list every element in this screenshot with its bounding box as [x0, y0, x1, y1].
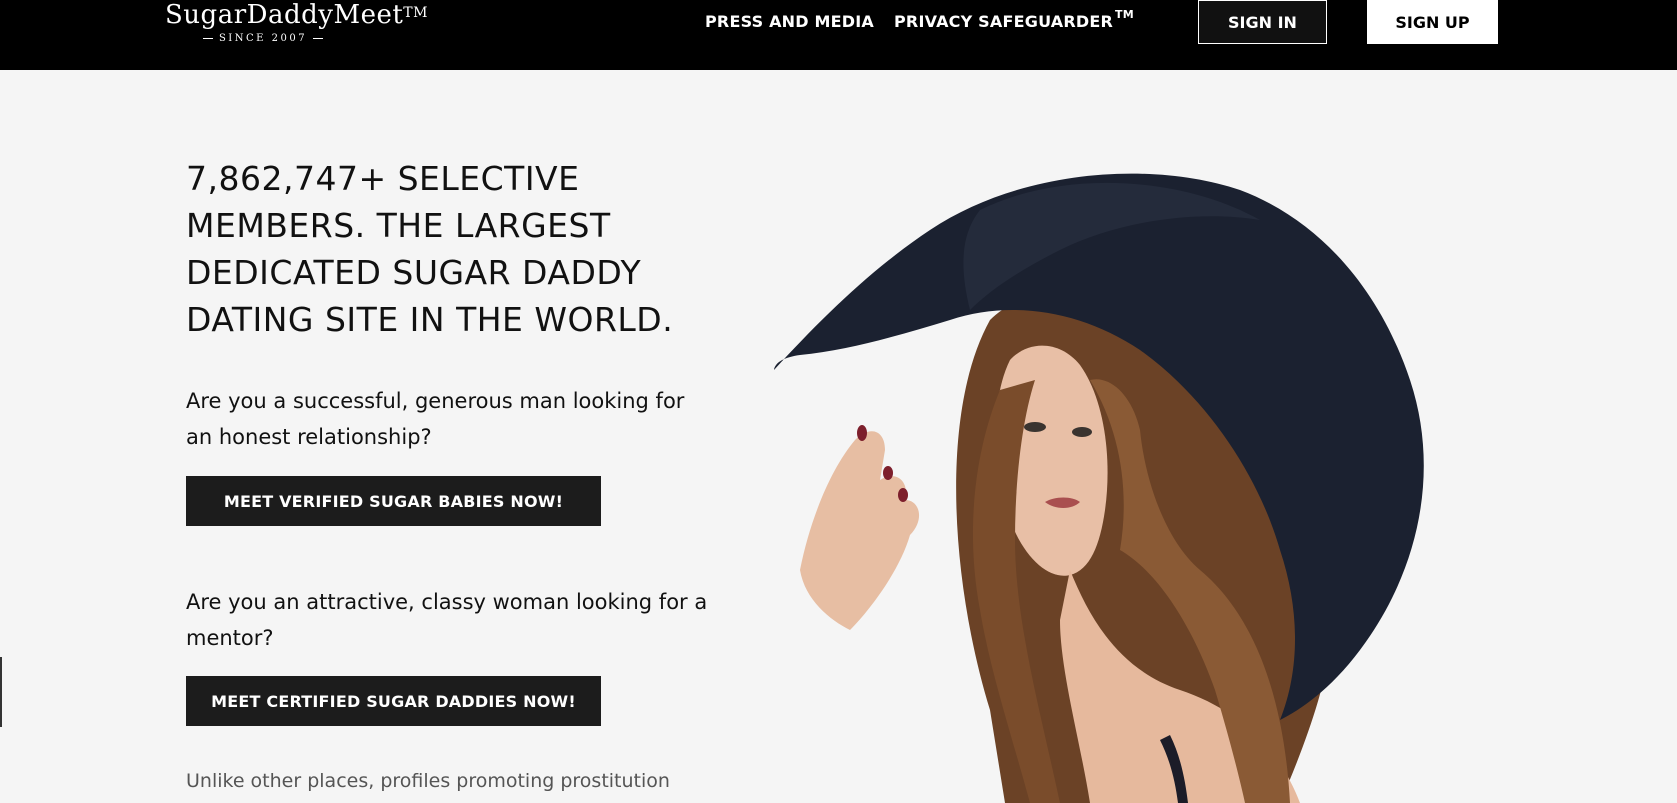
- top-navigation-bar: SugarDaddyMeetTM SINCE 2007 PRESS AND ME…: [0, 0, 1677, 70]
- footnote-text: Unlike other places, profiles promoting …: [186, 770, 670, 792]
- hero-headline: 7,862,747+ SELECTIVE MEMBERS. THE LARGES…: [186, 159, 674, 339]
- nail-2: [883, 466, 893, 480]
- question-men: Are you a successful, generous man looki…: [186, 389, 685, 449]
- right-eye: [1072, 427, 1092, 437]
- hero-model-image: [774, 173, 1424, 803]
- logo-trademark: TM: [403, 5, 428, 21]
- logo-divider-right: [313, 38, 324, 39]
- nail-3: [898, 488, 908, 502]
- sign-in-button[interactable]: SIGN IN: [1198, 0, 1327, 44]
- hand: [800, 431, 920, 630]
- nail-1: [857, 425, 867, 441]
- question-women: Are you an attractive, classy woman look…: [186, 590, 708, 650]
- meet-sugar-babies-button[interactable]: MEET VERIFIED SUGAR BABIES NOW!: [186, 476, 601, 526]
- left-eye: [1024, 422, 1046, 432]
- logo-divider-left: [203, 38, 213, 39]
- meet-sugar-daddies-button[interactable]: MEET CERTIFIED SUGAR DADDIES NOW!: [186, 676, 601, 726]
- nav-press-and-media[interactable]: PRESS AND MEDIA: [705, 12, 874, 31]
- side-tab-edge: [0, 657, 2, 727]
- nav-privacy-safeguarder[interactable]: PRIVACY SAFEGUARDER TM: [894, 8, 1134, 31]
- logo-wordmark: SugarDaddyMeet: [165, 0, 404, 30]
- sign-up-button[interactable]: SIGN UP: [1367, 0, 1498, 44]
- site-logo[interactable]: SugarDaddyMeetTM SINCE 2007: [165, 0, 428, 44]
- logo-tagline: SINCE 2007: [218, 33, 308, 44]
